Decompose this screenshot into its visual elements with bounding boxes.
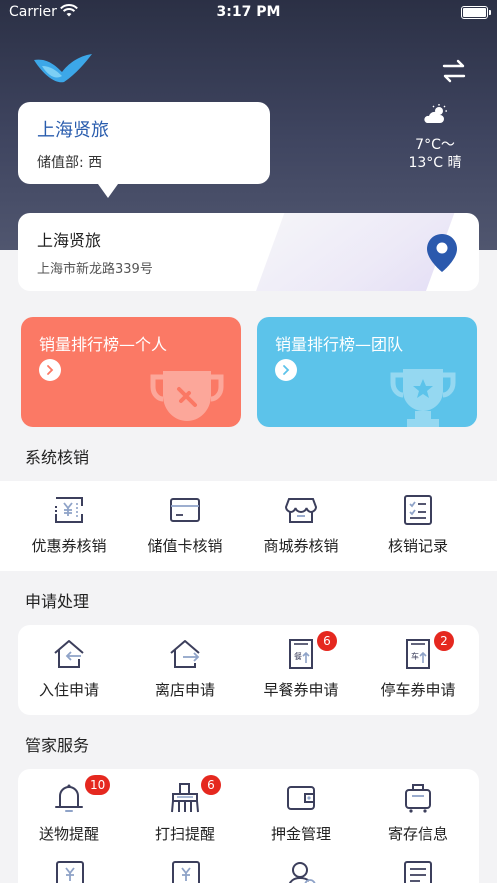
address-card[interactable]: 上海贤旅 上海市新龙路339号 xyxy=(18,213,479,291)
broom-icon xyxy=(171,783,199,813)
verify-shop-button[interactable]: 商城券核销 xyxy=(241,495,361,556)
notification-badge: 2 xyxy=(434,631,454,651)
apply-checkin-button[interactable]: 入住申请 xyxy=(9,639,129,700)
butler-delivery-button[interactable]: 送物提醒 10 xyxy=(9,775,129,844)
medal-icon xyxy=(150,371,224,421)
verify-record-button[interactable]: 核销记录 xyxy=(358,495,478,556)
verify-card-label: 储值卡核销 xyxy=(147,537,223,555)
chevron-right-icon[interactable] xyxy=(275,359,297,381)
apply-breakfast-button[interactable]: 餐 早餐券申请 6 xyxy=(241,631,361,700)
butler-delivery-label: 送物提醒 xyxy=(38,825,99,843)
butler-panel: 送物提醒 10 打扫提醒 6 押金管理 寄存信息 xyxy=(18,769,479,883)
partly-cloudy-icon xyxy=(424,104,447,123)
chevron-right-icon[interactable] xyxy=(39,359,61,381)
apply-checkout-label: 离店申请 xyxy=(154,681,215,699)
apply-parking-button[interactable]: 车 停车券申请 2 xyxy=(358,631,478,700)
notification-badge: 10 xyxy=(85,775,111,795)
section-title-butler: 管家服务 xyxy=(25,736,90,755)
weather-widget: 7°C～ 13°C 晴 xyxy=(405,104,465,172)
trophy-icon xyxy=(390,369,456,427)
hotel-info-bubble[interactable]: 上海贤旅 储值部: 西 xyxy=(18,102,270,198)
temperature-range: 7°C～ xyxy=(415,137,455,153)
apply-panel: 入住申请 离店申请 餐 早餐券申请 6 车 停车券申请 2 xyxy=(18,625,479,715)
butler-deposit-label: 押金管理 xyxy=(270,825,331,843)
verify-card-button[interactable]: 储值卡核销 xyxy=(125,495,245,556)
ranking-person-label: 销量排行榜—个人 xyxy=(39,335,168,354)
address-detail: 上海市新龙路339号 xyxy=(37,262,153,277)
bell-icon xyxy=(55,784,83,812)
ranking-person-card[interactable]: 销量排行榜—个人 xyxy=(21,317,241,427)
ranking-team-card[interactable]: 销量排行榜—团队 xyxy=(257,317,477,427)
document-icon[interactable] xyxy=(402,861,434,883)
notification-badge: 6 xyxy=(317,631,337,651)
verify-coupon-label: 优惠券核销 xyxy=(31,537,107,555)
card-icon xyxy=(170,498,200,522)
butler-deposit-button[interactable]: 押金管理 xyxy=(241,783,361,844)
svg-text:车: 车 xyxy=(411,651,419,661)
apply-checkin-label: 入住申请 xyxy=(38,681,99,699)
guest-icon[interactable] xyxy=(286,861,318,883)
record-icon xyxy=(404,495,432,525)
hotel-department: 储值部: 西 xyxy=(37,155,103,171)
location-pin-icon[interactable] xyxy=(425,233,459,273)
breakfast-icon: 餐 xyxy=(289,639,313,669)
luggage-icon xyxy=(405,784,431,813)
invoice-icon[interactable] xyxy=(170,861,202,883)
verify-shop-label: 商城券核销 xyxy=(263,537,339,555)
apply-checkout-button[interactable]: 离店申请 xyxy=(125,639,245,700)
address-hotel-name: 上海贤旅 xyxy=(37,231,102,250)
checkout-icon xyxy=(170,640,200,668)
shop-icon xyxy=(285,498,317,523)
battery-icon xyxy=(461,6,491,19)
butler-storage-label: 寄存信息 xyxy=(387,825,448,843)
section-title-apply: 申请处理 xyxy=(25,592,90,611)
status-bar: Carrier 3:17 PM xyxy=(0,0,497,26)
apply-breakfast-label: 早餐券申请 xyxy=(263,681,339,699)
checkin-icon xyxy=(54,640,84,668)
temperature-condition: 13°C 晴 xyxy=(408,155,462,171)
notification-badge: 6 xyxy=(201,775,221,795)
clock: 3:17 PM xyxy=(216,4,281,20)
butler-storage-button[interactable]: 寄存信息 xyxy=(358,783,478,844)
logo-bird-icon xyxy=(34,54,92,83)
butler-cleaning-button[interactable]: 打扫提醒 6 xyxy=(125,775,245,844)
hotel-name: 上海贤旅 xyxy=(37,120,109,141)
parking-icon: 车 xyxy=(406,639,430,669)
verify-record-label: 核销记录 xyxy=(387,537,448,555)
section-title-verify: 系统核销 xyxy=(25,448,90,467)
svg-text:餐: 餐 xyxy=(294,652,302,661)
ranking-team-label: 销量排行榜—团队 xyxy=(275,335,404,354)
coupon-icon xyxy=(55,497,83,523)
butler-cleaning-label: 打扫提醒 xyxy=(154,825,215,843)
verify-coupon-button[interactable]: 优惠券核销 xyxy=(9,495,129,556)
verify-panel: 优惠券核销 储值卡核销 商城券核销 核销记录 xyxy=(0,481,497,571)
apply-parking-label: 停车券申请 xyxy=(380,681,456,699)
wallet-icon xyxy=(287,786,315,810)
bill-icon[interactable] xyxy=(54,861,86,883)
switch-hotel-icon[interactable] xyxy=(441,58,467,84)
